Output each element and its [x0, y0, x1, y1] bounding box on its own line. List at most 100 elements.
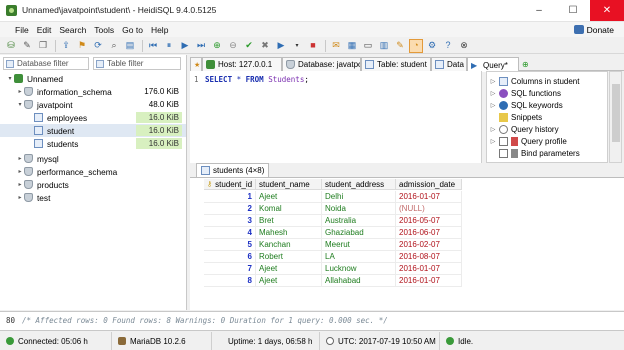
cell-student-address[interactable]: Allahabad — [322, 275, 396, 287]
expand-arrow-icon[interactable]: ▸ — [16, 155, 24, 162]
menu-search[interactable]: Search — [59, 25, 86, 35]
refresh-icon[interactable]: ⟳ — [91, 39, 105, 53]
copy-icon[interactable]: ❐ — [36, 39, 50, 53]
add-tab-icon[interactable]: ⊕ — [519, 57, 529, 71]
result-grid[interactable]: ⚷ student_id student_name student_addres… — [190, 177, 624, 310]
cell-student-id[interactable]: 5 — [204, 239, 256, 251]
cell-student-id[interactable]: 3 — [204, 215, 256, 227]
exit-icon[interactable]: ⊗ — [457, 39, 471, 53]
last-icon[interactable]: ⏭ — [194, 39, 208, 53]
database-filter-input[interactable]: Database filter — [3, 57, 89, 70]
tree-item-students[interactable]: students 16.0 KiB — [0, 137, 186, 150]
cell-admission-date[interactable]: 2016-01-07 — [396, 263, 462, 275]
scrollbar-thumb[interactable] — [612, 84, 620, 142]
add-icon[interactable]: ⊕ — [210, 39, 224, 53]
menu-help[interactable]: Help — [151, 25, 168, 35]
star-icon[interactable]: ★ — [190, 57, 202, 71]
tree-item-mysql[interactable]: ▸ mysql — [0, 152, 186, 165]
prev-icon[interactable]: ⏸ — [162, 39, 176, 53]
menu-edit[interactable]: Edit — [37, 25, 52, 35]
helper-item-profile[interactable]: ▷ Query profile — [487, 135, 607, 147]
cell-admission-date[interactable]: 2016-01-07 — [396, 191, 462, 203]
cell-student-address[interactable]: Ghaziabad — [322, 227, 396, 239]
help-icon[interactable]: ? — [441, 39, 455, 53]
disconnect-icon[interactable]: ✎ — [20, 39, 34, 53]
table-row[interactable]: 5 Kanchan Meerut 2016-02-07 — [204, 239, 462, 251]
expand-arrow-icon[interactable]: ▸ — [16, 168, 24, 175]
tab-database[interactable]: Database: javatpoint — [282, 57, 361, 71]
donate-button[interactable]: Donate — [573, 22, 614, 37]
helper-item-columns[interactable]: ▷ Columns in student — [487, 75, 607, 87]
expand-arrow-icon[interactable]: ▷ — [487, 138, 499, 145]
tree-item-unnamed[interactable]: ▾ Unnamed — [0, 72, 186, 85]
filter-icon[interactable]: ⚙ — [425, 39, 439, 53]
helper-item-keywords[interactable]: ▷ SQL keywords — [487, 99, 607, 111]
helper-item-bind-params[interactable]: Bind parameters — [487, 147, 607, 159]
cell-student-id[interactable]: 8 — [204, 275, 256, 287]
tab-data[interactable]: Data — [431, 57, 467, 71]
checkbox-icon[interactable] — [499, 136, 508, 146]
cell-student-name[interactable]: Bret — [256, 215, 322, 227]
table-row[interactable]: 1 Ajeet Delhi 2016-01-07 — [204, 191, 462, 203]
helper-scrollbar[interactable] — [609, 71, 622, 163]
cell-admission-date[interactable]: 2016-06-07 — [396, 227, 462, 239]
next-icon[interactable]: ▶ — [178, 39, 192, 53]
expand-arrow-icon[interactable]: ▷ — [487, 90, 499, 97]
table-row[interactable]: 7 Ajeet Lucknow 2016-01-07 — [204, 263, 462, 275]
first-icon[interactable]: ⏮ — [146, 39, 160, 53]
checkbox-icon[interactable] — [499, 148, 508, 158]
zoom-icon[interactable]: ◔ — [409, 38, 423, 53]
cell-student-address[interactable]: Australia — [322, 215, 396, 227]
tab-query[interactable]: ▶ Query* — [467, 57, 519, 72]
result-tab[interactable]: students (4×8) — [196, 163, 270, 177]
cell-student-name[interactable]: Ajeet — [256, 275, 322, 287]
column-header-student-name[interactable]: student_name — [256, 179, 322, 190]
maximize-button[interactable]: ☐ — [556, 0, 590, 21]
cell-student-id[interactable]: 7 — [204, 263, 256, 275]
cell-student-id[interactable]: 6 — [204, 251, 256, 263]
helper-item-history[interactable]: ▷ Query history — [487, 123, 607, 135]
tree-item-student[interactable]: student 16.0 KiB — [0, 124, 186, 137]
message-log[interactable]: 80 /* Affected rows: 0 Found rows: 8 War… — [0, 311, 624, 331]
menu-tools[interactable]: Tools — [94, 25, 114, 35]
expand-arrow-icon[interactable]: ▷ — [487, 126, 499, 133]
column-header-admission-date[interactable]: admission_date — [396, 179, 462, 190]
table-row[interactable]: 3 Bret Australia 2016-05-07 — [204, 215, 462, 227]
helper-item-functions[interactable]: ▷ SQL functions — [487, 87, 607, 99]
cell-student-name[interactable]: Komal — [256, 203, 322, 215]
menu-goto[interactable]: Go to — [122, 25, 143, 35]
table-filter-input[interactable]: Table filter — [93, 57, 181, 70]
run-dropdown-icon[interactable]: ▾ — [290, 39, 304, 53]
grid-icon[interactable]: ▥ — [377, 39, 391, 53]
expand-arrow-icon[interactable]: ▸ — [16, 181, 24, 188]
apply-icon[interactable]: ✔ — [242, 39, 256, 53]
cell-student-name[interactable]: Mahesh — [256, 227, 322, 239]
cell-student-address[interactable]: Noida — [322, 203, 396, 215]
remove-icon[interactable]: ⊖ — [226, 39, 240, 53]
collapse-arrow-icon[interactable]: ▾ — [6, 75, 14, 82]
tab-table[interactable]: Table: student — [361, 57, 431, 71]
cell-student-id[interactable]: 4 — [204, 227, 256, 239]
load-icon[interactable]: ▭ — [361, 39, 375, 53]
helper-item-snippets[interactable]: Snippets — [487, 111, 607, 123]
table-row[interactable]: 6 Robert LA 2016-08-07 — [204, 251, 462, 263]
cell-student-name[interactable]: Robert — [256, 251, 322, 263]
cell-student-address[interactable]: Meerut — [322, 239, 396, 251]
table-icon[interactable]: ▤ — [123, 39, 137, 53]
cell-admission-date[interactable]: 2016-02-07 — [396, 239, 462, 251]
tab-host[interactable]: Host: 127.0.0.1 — [202, 57, 282, 71]
settings-icon[interactable]: ✎ — [393, 39, 407, 53]
tree-item-employees[interactable]: employees 16.0 KiB — [0, 111, 186, 124]
save-icon[interactable]: ▦ — [345, 39, 359, 53]
cell-student-name[interactable]: Kanchan — [256, 239, 322, 251]
column-header-student-id[interactable]: ⚷ student_id — [204, 179, 256, 190]
tree-item-performance-schema[interactable]: ▸ performance_schema — [0, 165, 186, 178]
table-row[interactable]: 8 Ajeet Allahabad 2016-01-07 — [204, 275, 462, 287]
cell-admission-date[interactable]: (NULL) — [396, 203, 462, 215]
table-row[interactable]: 4 Mahesh Ghaziabad 2016-06-07 — [204, 227, 462, 239]
import-icon[interactable]: ⚑ — [75, 39, 89, 53]
expand-arrow-icon[interactable]: ▸ — [16, 88, 24, 95]
cancel-icon[interactable]: ✖ — [258, 39, 272, 53]
cell-student-name[interactable]: Ajeet — [256, 263, 322, 275]
minimize-button[interactable]: – — [522, 0, 556, 21]
